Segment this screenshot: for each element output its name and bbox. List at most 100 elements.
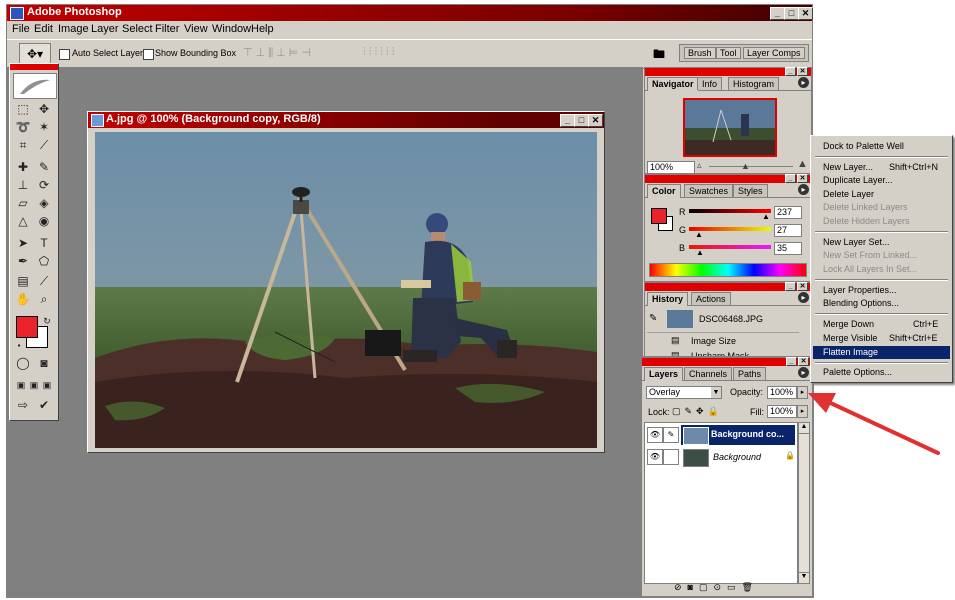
menu-item-new-layer-set[interactable]: New Layer Set...: [813, 236, 950, 249]
menu-item-new-layer[interactable]: New Layer... Shift+Ctrl+N: [813, 161, 950, 174]
blend-mode-select[interactable]: Overlay ▼: [646, 386, 722, 399]
type-tool-icon[interactable]: T: [35, 235, 53, 251]
paint-bucket-icon[interactable]: ◈: [35, 195, 53, 211]
green-value-field[interactable]: 27: [774, 224, 802, 237]
green-slider-thumb[interactable]: ▲: [695, 230, 703, 239]
zoom-out-icon[interactable]: ▵: [697, 160, 702, 171]
history-brush-source-icon[interactable]: ✎: [649, 313, 657, 324]
shape-tool-icon[interactable]: ⬠: [35, 253, 53, 269]
layers-minimize-icon[interactable]: _: [786, 357, 797, 366]
clone-stamp-icon[interactable]: ⊥: [14, 177, 32, 193]
menu-item-duplicate-layer[interactable]: Duplicate Layer...: [813, 174, 950, 187]
navigator-zoom-slider[interactable]: ▵ ▲ ▲: [697, 158, 808, 172]
blue-value-field[interactable]: 35: [774, 242, 802, 255]
screen-mode-full-icon[interactable]: ▣: [38, 377, 56, 393]
menu-help[interactable]: Help: [251, 23, 274, 35]
history-item-row[interactable]: ▤ Image Size: [647, 334, 799, 348]
menu-view[interactable]: View: [184, 23, 208, 35]
fill-field[interactable]: 100%: [767, 405, 797, 418]
menu-item-palette-options[interactable]: Palette Options...: [813, 366, 950, 379]
lasso-tool-icon[interactable]: ➰: [14, 119, 32, 135]
history-close-icon[interactable]: ✕: [797, 282, 808, 291]
tab-swatches[interactable]: Swatches: [684, 184, 734, 197]
eraser-tool-icon[interactable]: ▱: [14, 195, 32, 211]
notes-tool-icon[interactable]: ▤: [14, 273, 32, 289]
menu-item-blending-options[interactable]: Blending Options...: [813, 297, 950, 310]
eye-icon[interactable]: 👁: [647, 449, 663, 465]
color-close-icon[interactable]: ✕: [797, 174, 808, 183]
menu-layer[interactable]: Layer: [91, 23, 119, 35]
marquee-tool-icon[interactable]: ⬚: [14, 101, 32, 117]
quick-mask-icon[interactable]: ◙: [35, 355, 53, 371]
pen-tool-icon[interactable]: ✒: [14, 253, 32, 269]
layers-menu-icon[interactable]: ▸: [798, 367, 809, 378]
red-slider-thumb[interactable]: ▲: [762, 212, 770, 221]
menu-item-flatten-image[interactable]: Flatten Image: [813, 346, 950, 359]
menu-image[interactable]: Image: [58, 23, 89, 35]
layer-row[interactable]: 👁 ✎ Background co...: [645, 425, 797, 445]
color-foreground-swatch-top[interactable]: [651, 208, 667, 224]
dodge-tool-icon[interactable]: ◉: [35, 213, 53, 229]
hand-tool-icon[interactable]: ✋: [14, 291, 32, 307]
history-snapshot-row[interactable]: ✎ DSC06468.JPG: [647, 308, 799, 333]
navigator-minimize-icon[interactable]: _: [785, 67, 796, 76]
menu-select[interactable]: Select: [122, 23, 153, 35]
tab-navigator[interactable]: Navigator: [647, 77, 699, 91]
color-spectrum-bar[interactable]: [649, 263, 807, 277]
align-buttons-icon[interactable]: ⊤⊥⫼⊥⊨⊣: [243, 46, 355, 60]
tab-channels[interactable]: Channels: [684, 367, 733, 380]
doc-minimize-icon[interactable]: _: [560, 114, 575, 127]
scroll-down-icon[interactable]: ▼: [799, 572, 809, 583]
history-minimize-icon[interactable]: _: [785, 282, 796, 291]
close-icon[interactable]: ✕: [798, 7, 813, 20]
tab-styles[interactable]: Styles: [733, 184, 768, 197]
eye-icon[interactable]: 👁: [647, 427, 663, 443]
move-tool-preset-icon[interactable]: ✥▾: [19, 43, 51, 65]
navigator-zoom-field[interactable]: 100%: [647, 161, 695, 174]
menu-file[interactable]: File: [12, 23, 30, 35]
minimize-icon[interactable]: _: [770, 7, 785, 20]
menu-item-delete-layer[interactable]: Delete Layer: [813, 188, 950, 201]
menu-edit[interactable]: Edit: [34, 23, 53, 35]
eyedropper-icon[interactable]: ⟋: [35, 273, 53, 289]
menu-item-dock-to-palette-well[interactable]: Dock to Palette Well: [813, 140, 950, 153]
palette-well-brush-tab[interactable]: Brush: [684, 47, 716, 59]
swap-colors-icon[interactable]: ↻: [38, 313, 56, 329]
imageready-check-icon[interactable]: ✔: [35, 397, 53, 413]
doc-maximize-icon[interactable]: □: [574, 114, 589, 127]
zoom-in-icon[interactable]: ▲: [797, 158, 808, 170]
tab-actions[interactable]: Actions: [691, 292, 731, 305]
layer-row[interactable]: 👁 Background 🔒: [645, 447, 797, 467]
bounding-box-checkbox[interactable]: [143, 49, 154, 60]
lock-options-icon[interactable]: ▢✎✥🔒: [672, 406, 723, 417]
jump-to-imageready-icon[interactable]: ⇨: [14, 397, 32, 413]
standard-mode-icon[interactable]: ◯: [14, 355, 32, 371]
layer-footer-buttons-icon[interactable]: ⊘◙▢⊙▭🗑: [674, 582, 759, 593]
document-image[interactable]: [95, 132, 597, 448]
maximize-icon[interactable]: □: [784, 7, 799, 20]
menu-item-merge-visible[interactable]: Merge Visible Shift+Ctrl+E: [813, 332, 950, 345]
color-minimize-icon[interactable]: _: [785, 174, 796, 183]
foreground-color-swatch-top[interactable]: [16, 316, 38, 338]
navigator-menu-icon[interactable]: ▸: [798, 77, 809, 88]
brush-link-icon[interactable]: ✎: [663, 427, 679, 443]
healing-brush-icon[interactable]: ✚: [14, 159, 32, 175]
toolbox-header[interactable]: [10, 64, 58, 70]
file-browser-icon[interactable]: 🖿: [653, 45, 669, 61]
red-slider-track[interactable]: [689, 209, 771, 213]
palette-well-tool-tab[interactable]: Tool: [716, 47, 741, 59]
tab-history[interactable]: History: [647, 292, 689, 306]
magic-wand-icon[interactable]: ✶: [35, 119, 53, 135]
layers-close-icon[interactable]: ✕: [798, 357, 809, 366]
distribute-buttons-icon[interactable]: ⫶⫶⫶⫶⫶⫶: [363, 46, 475, 60]
zoom-slider-thumb[interactable]: ▲: [741, 161, 750, 171]
document-titlebar[interactable]: A.jpg @ 100% (Background copy, RGB/8) _ …: [88, 112, 604, 128]
menu-item-layer-properties[interactable]: Layer Properties...: [813, 284, 950, 297]
auto-select-checkbox[interactable]: [59, 49, 70, 60]
red-value-field[interactable]: 237: [774, 206, 802, 219]
blur-tool-icon[interactable]: △: [14, 213, 32, 229]
tab-info[interactable]: Info: [697, 77, 723, 90]
zoom-tool-icon[interactable]: ⌕: [35, 291, 53, 307]
menu-window[interactable]: Window: [212, 23, 251, 35]
tab-histogram[interactable]: Histogram: [728, 77, 780, 90]
